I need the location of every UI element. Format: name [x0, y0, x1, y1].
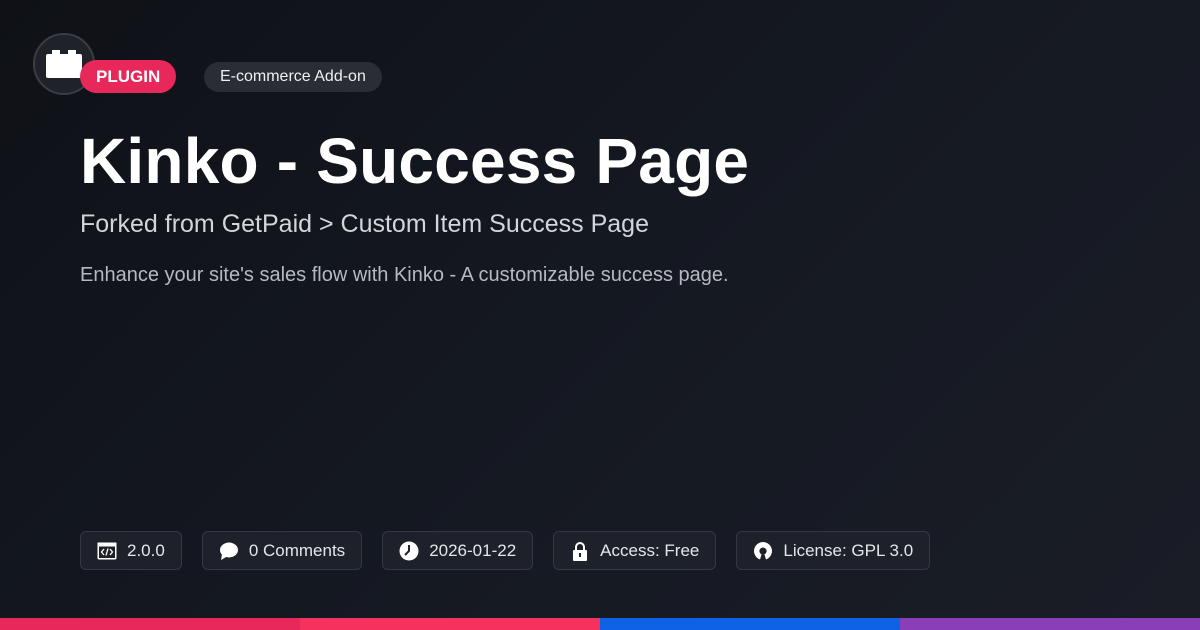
color-bar-segment [0, 618, 300, 630]
lock-icon [570, 541, 590, 561]
clock-icon [399, 541, 419, 561]
license-text: License: GPL 3.0 [783, 540, 914, 560]
open-source-icon [753, 541, 773, 561]
date-text: 2026-01-22 [429, 540, 517, 560]
page-title: Kinko - Success Page [80, 125, 750, 197]
version-chip: 2.0.0 [80, 531, 182, 570]
meta-row: 2.0.0 0 Comments 2026-01-22 Access: Free… [80, 531, 931, 570]
comments-text: 0 Comments [248, 540, 346, 560]
version-text: 2.0.0 [127, 540, 165, 560]
access-chip: Access: Free [553, 531, 717, 570]
color-bar-segment [300, 618, 600, 630]
color-bar-segment [600, 618, 900, 630]
speech-bubble-icon [219, 541, 239, 561]
type-badge: PLUGIN [80, 60, 177, 93]
date-chip: 2026-01-22 [382, 531, 534, 570]
color-bar [0, 618, 1200, 630]
color-bar-segment [900, 618, 1200, 630]
comments-chip[interactable]: 0 Comments [201, 531, 363, 570]
page-description: Enhance your site's sales flow with Kink… [80, 264, 729, 286]
category-badge[interactable]: E-commerce Add-on [204, 62, 382, 92]
code-window-icon [97, 541, 117, 561]
page-subtitle: Forked from GetPaid > Custom Item Succes… [80, 210, 649, 238]
license-chip: License: GPL 3.0 [736, 531, 931, 570]
access-text: Access: Free [600, 540, 700, 560]
